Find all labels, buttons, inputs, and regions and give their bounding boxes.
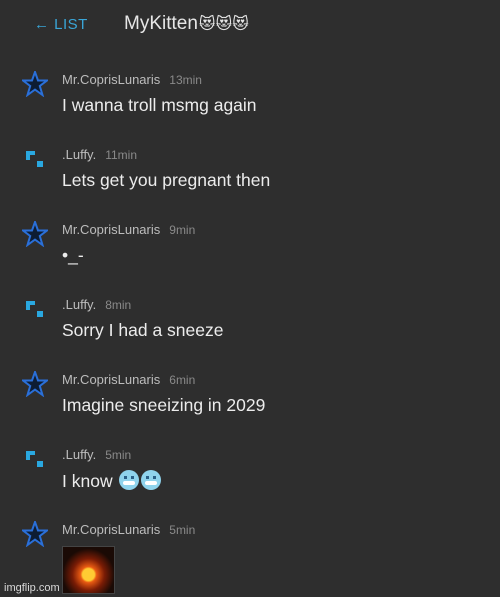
message-time: 13min	[169, 73, 202, 87]
message-meta: .Luffy. 11min	[62, 147, 137, 162]
message-meta: Mr.CoprisLunaris 13min	[62, 72, 202, 87]
pixel-icon[interactable]	[22, 296, 48, 322]
message-item: Mr.CoprisLunaris 13min I wanna troll msmg…	[0, 71, 500, 141]
watermark: imgflip.com	[4, 582, 60, 594]
message-meta: Mr.CoprisLunaris 9min	[62, 222, 195, 237]
message-username[interactable]: .Luffy.	[62, 447, 96, 462]
star-icon[interactable]	[22, 71, 48, 97]
message-meta: .Luffy. 5min	[62, 447, 131, 462]
message-item: Mr.CoprisLunaris 6min Imagine sneeizing i…	[0, 371, 500, 441]
star-icon[interactable]	[22, 221, 48, 247]
message-username[interactable]: Mr.CoprisLunaris	[62, 222, 160, 237]
chat-title: MyKitten😻😻😻	[124, 13, 249, 35]
message-time: 11min	[105, 148, 138, 162]
message-time: 5min	[169, 523, 196, 537]
message-text: Sorry I had a sneeze	[62, 320, 224, 340]
message-item: .Luffy. 8min Sorry I had a sneeze	[0, 296, 500, 366]
pixel-icon[interactable]	[22, 446, 48, 472]
message-item: Mr.CoprisLunaris 9min •_-	[0, 221, 500, 291]
back-to-list-button[interactable]: ← LIST	[34, 16, 88, 33]
message-meta: .Luffy. 8min	[62, 297, 131, 312]
message-time: 9min	[169, 223, 196, 237]
message-username[interactable]: .Luffy.	[62, 297, 96, 312]
message-username[interactable]: .Luffy.	[62, 147, 96, 162]
message-text: Imagine sneeizing in 2029	[62, 395, 266, 415]
message-username[interactable]: Mr.CoprisLunaris	[62, 522, 160, 537]
star-icon[interactable]	[22, 371, 48, 397]
message-text-content: I know	[62, 471, 113, 491]
chat-header: ← LIST MyKitten😻😻😻	[0, 0, 500, 52]
message-meta: Mr.CoprisLunaris 5min	[62, 522, 195, 537]
message-time: 5min	[105, 448, 132, 462]
message-meta: Mr.CoprisLunaris 6min	[62, 372, 195, 387]
star-icon[interactable]	[22, 521, 48, 547]
message-text: I know	[62, 470, 162, 492]
message-text: I wanna troll msmg again	[62, 95, 257, 115]
message-text: •_-	[62, 245, 84, 265]
title-emoji: 😻😻😻	[198, 16, 249, 33]
cold-face-icon	[141, 470, 162, 490]
message-username[interactable]: Mr.CoprisLunaris	[62, 72, 160, 87]
message-item: Mr.CoprisLunaris 5min	[0, 521, 500, 594]
message-item: .Luffy. 11min Lets get you pregnant then	[0, 146, 500, 216]
message-text: Lets get you pregnant then	[62, 170, 271, 190]
message-time: 8min	[105, 298, 132, 312]
chat-title-text: MyKitten	[124, 13, 198, 34]
cold-face-icon	[119, 470, 140, 490]
message-item: .Luffy. 5min I know	[0, 446, 500, 516]
explosion-image[interactable]	[62, 546, 115, 594]
message-time: 6min	[169, 373, 196, 387]
message-username[interactable]: Mr.CoprisLunaris	[62, 372, 160, 387]
pixel-icon[interactable]	[22, 146, 48, 172]
